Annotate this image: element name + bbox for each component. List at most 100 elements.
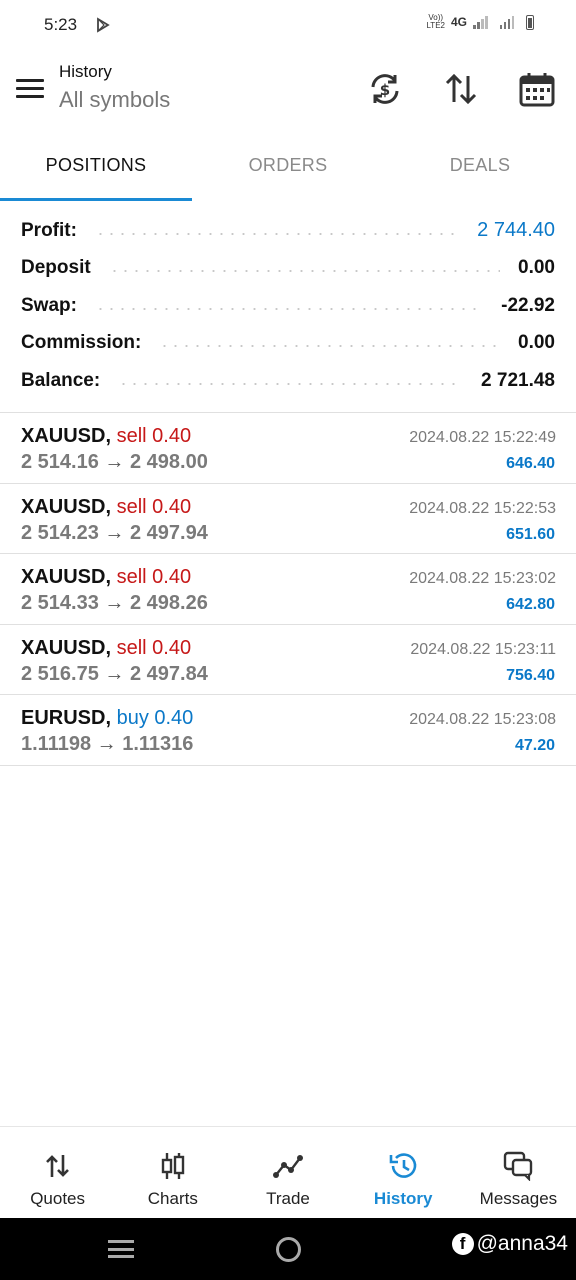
dotted-leader (118, 382, 464, 385)
currency-exchange-icon[interactable]: $ (366, 70, 404, 108)
position-prices: 2 514.16 → 2 498.00 (21, 451, 208, 474)
messages-icon (504, 1151, 533, 1181)
menu-icon[interactable] (16, 79, 44, 99)
position-prices: 1.11198 → 1.11316 (21, 733, 193, 756)
position-symbol: XAUUSD, (21, 636, 112, 659)
system-navigation-bar: f @anna34 (0, 1218, 576, 1280)
summary-label: Profit: (21, 219, 77, 241)
sort-icon[interactable] (442, 70, 480, 108)
app-bar: History All symbols $ (0, 52, 576, 128)
position-side: buy 0.40 (116, 707, 194, 729)
page-title: History (59, 62, 112, 81)
summary-label: Swap: (21, 294, 77, 316)
battery-icon (526, 14, 534, 30)
position-symbol: XAUUSD, (21, 425, 112, 447)
position-side: sell 0.40 (116, 495, 192, 518)
tab-deals[interactable]: DEALS (384, 130, 576, 201)
title-block[interactable]: History All symbols (59, 62, 170, 113)
nav-label: History (373, 1189, 433, 1208)
position-profit: 642.80 (506, 596, 555, 613)
position-header: XAUUSD, sell 0.40 (21, 566, 191, 589)
position-profit: 47.20 (514, 737, 555, 754)
summary-label: Balance: (21, 369, 101, 391)
summary-balance-row: Balance: 2 721.48 (0, 362, 576, 400)
position-time: 2024.08.22 15:22:53 (409, 499, 556, 517)
open-price: 2 514.33 (21, 592, 99, 614)
position-side: sell 0.40 (116, 636, 192, 659)
position-row[interactable]: XAUUSD, sell 0.40 2 516.75 → 2 497.84 20… (0, 625, 576, 695)
position-row[interactable]: XAUUSD, sell 0.40 2 514.33 → 2 498.26 20… (0, 554, 576, 625)
trade-icon (273, 1155, 303, 1178)
open-price: 2 516.75 (21, 662, 99, 685)
nav-charts[interactable]: Charts (115, 1127, 230, 1218)
summary-balance-value: 2 721.48 (481, 369, 555, 391)
position-side: sell 0.40 (116, 566, 192, 588)
position-row[interactable]: XAUUSD, sell 0.40 2 514.16 → 2 498.00 20… (0, 413, 576, 484)
position-header: EURUSD, buy 0.40 (21, 707, 193, 730)
tab-bar: POSITIONS ORDERS DEALS (0, 130, 576, 201)
dotted-leader (159, 345, 501, 348)
position-time: 2024.08.22 15:22:49 (409, 429, 556, 446)
bottom-navigation: Quotes Charts Trade History Messages (0, 1126, 576, 1218)
position-header: XAUUSD, sell 0.40 (21, 496, 191, 519)
play-store-icon (95, 17, 111, 33)
nav-label: Trade (266, 1189, 310, 1208)
open-price: 1.11198 (21, 733, 92, 755)
tab-orders[interactable]: ORDERS (192, 130, 384, 201)
arrow-right-icon: → (96, 733, 117, 755)
position-time: 2024.08.22 15:23:08 (409, 711, 556, 728)
close-price: 2 497.84 (129, 662, 208, 685)
summary-deposit-row: Deposit 0.00 (0, 250, 576, 288)
position-row[interactable]: XAUUSD, sell 0.40 2 514.23 → 2 497.94 20… (0, 484, 576, 554)
position-side: sell 0.40 (116, 425, 192, 447)
position-profit: 646.40 (506, 455, 555, 472)
volte-indicator: Vo)) LTE2 (426, 14, 445, 30)
summary-profit-row: Profit: 2 744.40 (0, 212, 576, 250)
arrow-right-icon: → (104, 662, 125, 685)
nav-label: Quotes (30, 1189, 85, 1208)
nav-messages[interactable]: Messages (461, 1127, 576, 1218)
watermark: f @anna34 (451, 1232, 568, 1256)
dotted-leader (108, 270, 501, 273)
position-symbol: XAUUSD, (21, 566, 112, 588)
signal-2-icon (499, 15, 514, 29)
quotes-icon (45, 1155, 69, 1177)
position-prices: 2 514.33 → 2 498.26 (21, 592, 208, 615)
nav-history[interactable]: History (346, 1127, 461, 1218)
position-row[interactable]: EURUSD, buy 0.40 1.11198 → 1.11316 2024.… (0, 695, 576, 766)
calendar-icon[interactable] (518, 70, 556, 108)
arrow-right-icon: → (104, 451, 125, 473)
dotted-leader (94, 232, 460, 235)
nav-quotes[interactable]: Quotes (0, 1127, 115, 1218)
svg-text:$: $ (380, 81, 390, 99)
summary-commission-row: Commission: 0.00 (0, 325, 576, 363)
watermark-text: @anna34 (476, 1232, 568, 1255)
close-price: 2 498.00 (129, 451, 208, 473)
open-price: 2 514.16 (21, 451, 99, 473)
close-price: 2 498.26 (129, 592, 208, 614)
facebook-icon: f (451, 1233, 474, 1255)
home-icon[interactable] (276, 1237, 301, 1262)
summary-deposit-value: 0.00 (518, 257, 555, 279)
summary-profit-value: 2 744.40 (477, 219, 555, 242)
nav-label: Messages (479, 1189, 558, 1208)
recents-icon[interactable] (108, 1240, 134, 1258)
tab-positions[interactable]: POSITIONS (0, 130, 192, 201)
summary-swap-row: Swap: -22.92 (0, 287, 576, 325)
summary-swap-value: -22.92 (501, 294, 555, 316)
candlestick-icon (161, 1153, 184, 1179)
history-icon (389, 1153, 417, 1178)
open-price: 2 514.23 (21, 521, 99, 544)
position-symbol: XAUUSD, (21, 495, 112, 518)
position-time: 2024.08.22 15:23:02 (409, 570, 556, 587)
close-price: 1.11316 (122, 733, 194, 755)
position-header: XAUUSD, sell 0.40 (21, 637, 191, 660)
position-profit: 756.40 (506, 666, 555, 684)
symbol-filter[interactable]: All symbols (59, 87, 170, 113)
nav-label: Charts (147, 1189, 198, 1208)
volte-bottom: LTE2 (426, 21, 445, 30)
nav-trade[interactable]: Trade (230, 1127, 345, 1218)
signal-1-icon (473, 15, 488, 29)
status-bar: 5:23 Vo)) LTE2 4G (0, 0, 576, 50)
position-prices: 2 514.23 → 2 497.94 (21, 522, 208, 545)
